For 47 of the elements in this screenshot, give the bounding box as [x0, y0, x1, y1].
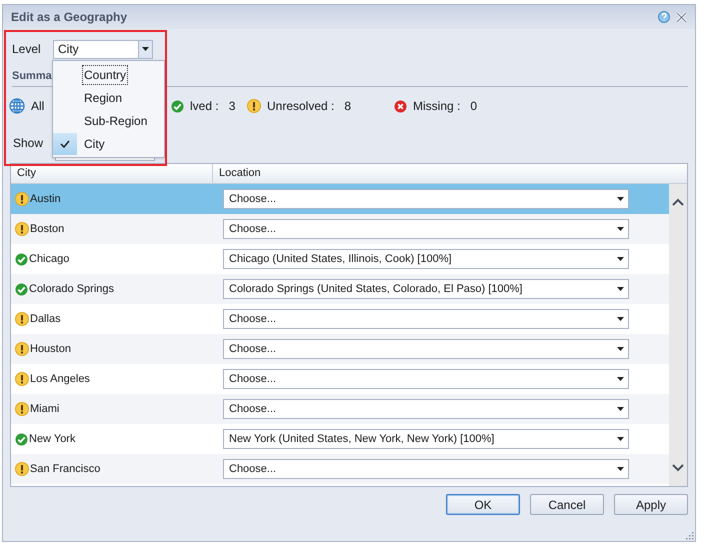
table-cell-text: Los Angeles [30, 372, 90, 387]
table-row[interactable]: Miami Choose... [11, 394, 669, 424]
dialog-button[interactable]: Cancel [530, 494, 604, 515]
menu-item[interactable]: City [83, 134, 106, 152]
stat-label: lved : [190, 98, 219, 115]
table-row[interactable]: Colorado Springs Colorado Springs (United States, Colorado, El Paso) [100%] [11, 274, 669, 304]
location-dropdown[interactable]: Choose... [223, 459, 629, 479]
table-cell-text: Chicago [29, 252, 70, 267]
table-cell-text: Colorado Springs [29, 282, 114, 297]
location-dropdown[interactable]: New York (United States, New York, New York) [100%] [223, 429, 629, 449]
location-dropdown[interactable]: Choose... [223, 399, 629, 419]
table-row[interactable]: Houston Choose... [11, 334, 669, 364]
window-title: Edit as a Geography [11, 9, 128, 26]
level-dropdown[interactable]: City [53, 40, 153, 58]
column-header: Location [218, 166, 262, 182]
column-header: City [11, 164, 213, 183]
stat-value: 0 [470, 98, 478, 115]
stat-label: Unresolved : [267, 98, 334, 115]
location-dropdown[interactable]: Choose... [223, 309, 629, 329]
menu-item[interactable]: Region [83, 88, 124, 106]
show-label: Show [13, 135, 44, 152]
table-cell-text: New York [29, 432, 76, 447]
level-label: Level [12, 41, 42, 58]
table-cell-text: Boston [30, 222, 64, 237]
location-dropdown[interactable]: Choose... [223, 369, 629, 389]
stat-label: All [31, 98, 44, 115]
dialog-button[interactable]: Apply [614, 494, 688, 515]
menu-item[interactable]: Country [83, 66, 128, 84]
table-row[interactable]: Boston Choose... [11, 214, 669, 244]
table-cell-text: Miami [30, 402, 60, 417]
stat-label: Missing : [413, 98, 460, 115]
table-cell-text: San Francisco [30, 462, 100, 477]
table-cell-text: Houston [30, 342, 71, 357]
dialog-button[interactable]: OK [446, 494, 520, 515]
table-row[interactable]: San Francisco Choose... [11, 454, 669, 484]
table-cell-text: Austin [30, 192, 61, 207]
stat-value: 3 [228, 98, 236, 115]
table-cell-text: Dallas [30, 312, 61, 327]
menu-item[interactable]: Sub-Region [83, 112, 148, 130]
summary-heading: Summa [12, 68, 52, 84]
location-dropdown[interactable]: Choose... [223, 189, 629, 209]
location-dropdown[interactable]: Choose... [223, 219, 629, 239]
location-dropdown[interactable]: Chicago (United States, Illinois, Cook) [100%] [223, 249, 629, 269]
table-row[interactable]: Austin Choose... [11, 184, 669, 214]
stat-value: 8 [344, 98, 352, 115]
location-dropdown[interactable]: Colorado Springs (United States, Colorado, El Paso) [100%] [223, 279, 629, 299]
location-dropdown[interactable]: Choose... [223, 339, 629, 359]
